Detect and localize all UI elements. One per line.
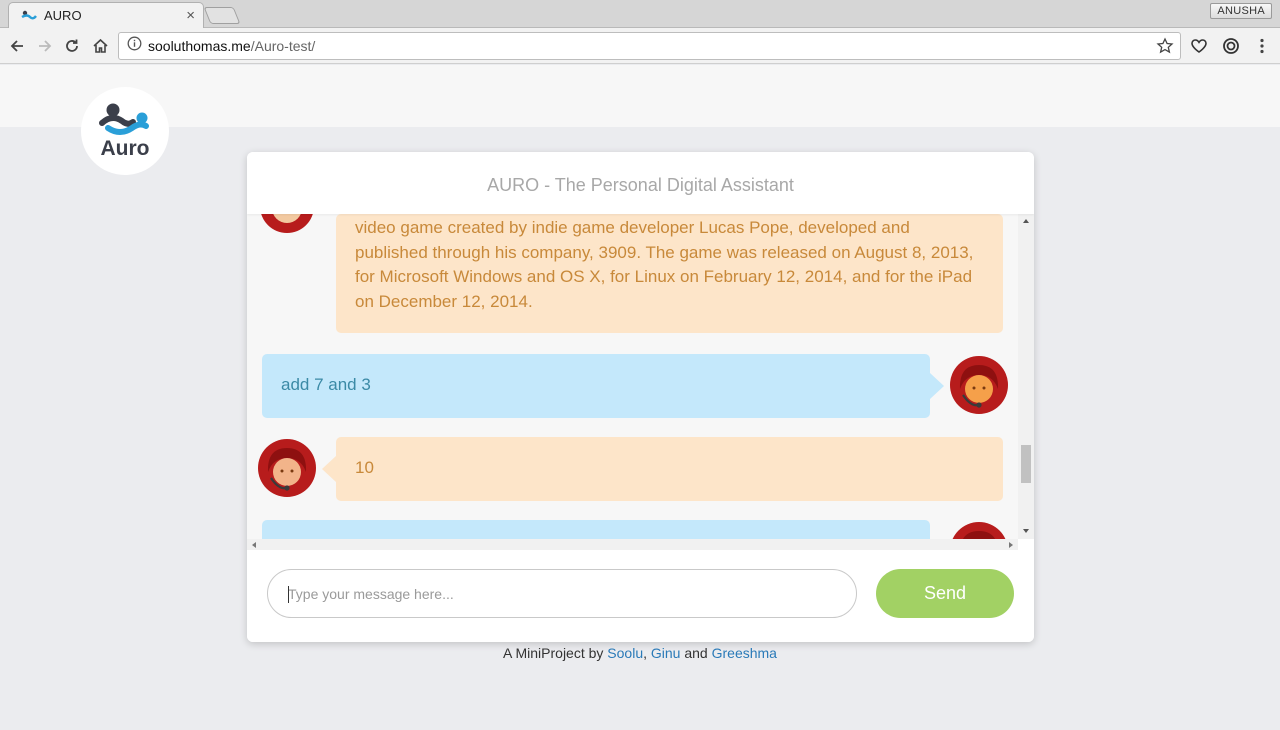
back-arrow-icon[interactable] [7,36,27,56]
scroll-up-arrow-icon[interactable] [1023,219,1029,223]
home-icon[interactable] [90,36,110,56]
author-link-greeshma[interactable]: Greeshma [712,645,777,661]
message-composer: Send [247,550,1034,642]
user-avatar-icon [950,356,1008,414]
browser-tab-strip: AURO × ANUSHA [0,0,1280,28]
user-message-bubble: add 7 and 3 [262,354,930,418]
auro-favicon-icon [21,9,37,23]
new-tab-button[interactable] [203,7,241,24]
forward-arrow-icon[interactable] [35,36,55,56]
page-content: Auro AURO - The Personal Digital Assista… [0,65,1280,730]
chat-card: AURO - The Personal Digital Assistant vi… [247,152,1034,642]
user-bubble-tail [930,373,944,399]
send-button[interactable]: Send [876,569,1014,618]
bot-avatar-icon [261,214,313,233]
message-user: add 7 and 3 [247,354,1018,418]
footer-separator: and [680,645,712,661]
browser-tab[interactable]: AURO × [8,2,204,28]
bot-message-bubble: 10 [336,437,1003,501]
scroll-down-arrow-icon[interactable] [1023,529,1029,533]
chat-messages[interactable]: video game created by indie game develop… [247,214,1018,539]
message-input[interactable] [267,569,857,618]
info-icon[interactable] [127,36,142,56]
extension-swirl-icon[interactable] [1221,36,1241,56]
card-title: AURO - The Personal Digital Assistant [247,152,1034,214]
author-link-ginu[interactable]: Ginu [651,645,681,661]
message-bot: video game created by indie game develop… [247,214,1018,339]
scroll-right-arrow-icon[interactable] [1009,542,1013,548]
footer-prefix: A MiniProject by [503,645,608,661]
bot-bubble-tail [322,456,336,482]
message-bot: 10 [247,437,1018,501]
address-bar[interactable]: sooluthomas.me/Auro-test/ [118,32,1181,60]
user-avatar-icon [952,522,1006,539]
browser-toolbar: sooluthomas.me/Auro-test/ [0,28,1280,64]
auro-logo: Auro [81,87,169,175]
chat-vertical-scrollbar[interactable] [1018,214,1034,539]
bot-message-bubble: video game created by indie game develop… [336,214,1003,333]
tab-title: AURO [44,8,82,23]
profile-button[interactable]: ANUSHA [1210,3,1272,19]
author-link-soolu[interactable]: Soolu [607,645,643,661]
auro-logo-icon [99,103,149,135]
bot-avatar-icon [258,439,316,497]
page-header [0,65,1280,127]
url-text: sooluthomas.me/Auro-test/ [148,38,316,54]
scrollbar-thumb[interactable] [1021,445,1031,483]
message-user [247,520,1018,539]
footer-separator: , [643,645,651,661]
reload-icon[interactable] [62,36,82,56]
heart-extension-icon[interactable] [1189,36,1209,56]
chat-horizontal-scrollbar[interactable] [247,539,1018,550]
tab-close-icon[interactable]: × [186,8,195,23]
text-caret [288,586,289,603]
logo-text: Auro [100,137,150,160]
menu-kebab-icon[interactable] [1252,36,1272,56]
user-message-bubble [262,520,930,539]
bookmark-star-icon[interactable] [1156,37,1174,60]
scroll-left-arrow-icon[interactable] [252,542,256,548]
footer-credits: A MiniProject by Soolu, Ginu and Greeshm… [0,645,1280,661]
